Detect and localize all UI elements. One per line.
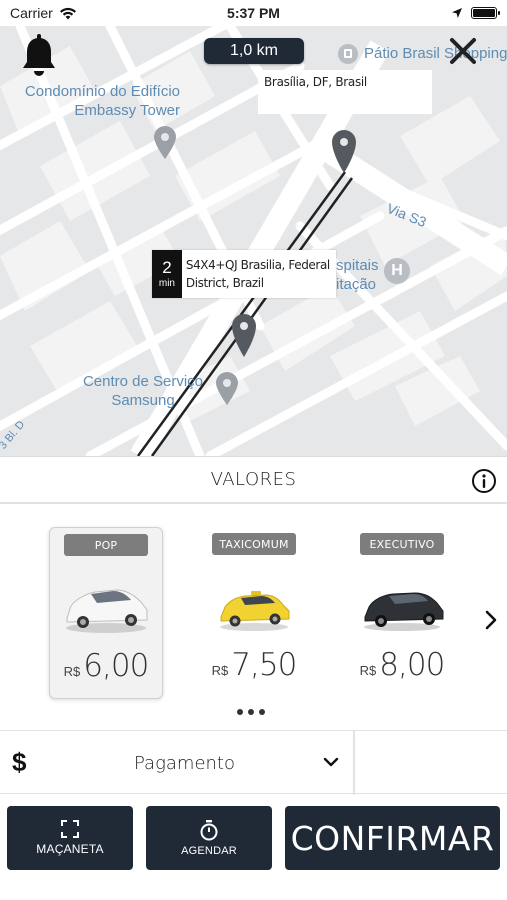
map-label-patio-brasil: Pátio Brasil Shopping bbox=[338, 44, 507, 65]
chevron-right-icon[interactable] bbox=[482, 609, 500, 631]
price-amount: 7,50 bbox=[231, 647, 297, 683]
price-amount: 6,00 bbox=[83, 648, 149, 684]
location-arrow-icon bbox=[452, 8, 462, 18]
page-dot bbox=[259, 709, 265, 715]
schedule-button[interactable]: AGENDAR bbox=[146, 806, 272, 870]
page-dot bbox=[237, 709, 243, 715]
poi-pin-icon bbox=[216, 372, 238, 405]
vehicle-badge: EXECUTIVO bbox=[360, 533, 444, 555]
stopwatch-icon bbox=[200, 820, 218, 841]
door-handle-label: MAÇANETA bbox=[36, 842, 104, 856]
map-label-hospital: spitais itação bbox=[336, 256, 388, 294]
eta-unit: min bbox=[158, 278, 175, 289]
confirm-label: CONFIRMAR bbox=[290, 818, 495, 858]
vehicle-price: R$ 7,50 bbox=[211, 647, 298, 683]
map-label-embassy-tower: Condomínio do Edifício Embassy Tower bbox=[24, 83, 180, 119]
carrier-label: Carrier bbox=[10, 5, 53, 21]
origin-address: S4X4+QJ Brasilia, Federal District, Braz… bbox=[185, 258, 330, 290]
vehicle-card-taxicomum[interactable]: TAXICOMUM R$ 7,50 bbox=[197, 527, 311, 699]
schedule-label: AGENDAR bbox=[181, 845, 237, 857]
patio-brasil-text: Pátio Brasil Shopping bbox=[364, 45, 507, 62]
door-handle-button[interactable]: MAÇANETA bbox=[7, 806, 133, 870]
shopping-bag-icon bbox=[338, 44, 358, 65]
confirm-button[interactable]: CONFIRMAR bbox=[285, 806, 500, 870]
vehicle-badge: POP bbox=[64, 534, 148, 556]
payment-row: $ Pagamento bbox=[0, 730, 507, 795]
carousel-page-dots bbox=[237, 709, 265, 715]
vehicle-badge: TAXICOMUM bbox=[212, 533, 296, 555]
origin-address-box[interactable]: 2 min S4X4+QJ Brasilia, Federal District… bbox=[152, 250, 336, 298]
payment-select[interactable]: Pagamento bbox=[0, 731, 353, 795]
black-car-icon bbox=[364, 592, 444, 631]
eta-badge: 2 min bbox=[152, 250, 182, 298]
map-label-samsung: Centro de Serviço Samsung bbox=[82, 373, 204, 409]
origin-pin-icon[interactable] bbox=[230, 312, 258, 358]
map-view[interactable]: Condomínio do Edifício Embassy Tower Pát… bbox=[0, 26, 507, 456]
wifi-icon bbox=[59, 7, 76, 19]
yellow-taxi-icon bbox=[220, 591, 290, 631]
price-currency: R$ bbox=[63, 664, 81, 679]
vehicle-price: R$ 8,00 bbox=[359, 647, 446, 683]
values-header: VALORES bbox=[0, 456, 507, 504]
eta-value: 2 bbox=[162, 258, 172, 277]
info-icon[interactable] bbox=[471, 468, 497, 494]
expand-icon bbox=[61, 820, 79, 838]
battery-icon bbox=[471, 7, 500, 19]
vehicle-card-pop[interactable]: POP R$ 6,00 bbox=[49, 527, 163, 699]
price-currency: R$ bbox=[211, 663, 229, 678]
destination-address-box[interactable]: Brasília, DF, Brasil bbox=[258, 70, 432, 114]
white-car-icon bbox=[66, 589, 148, 633]
payment-label: Pagamento bbox=[134, 753, 235, 774]
poi-pin-icon bbox=[154, 126, 176, 159]
vehicle-price: R$ 6,00 bbox=[63, 648, 150, 684]
distance-chip: 1,0 km bbox=[204, 38, 304, 64]
page-dot bbox=[248, 709, 254, 715]
hospital-text: spitais itação bbox=[336, 257, 379, 293]
status-left: Carrier bbox=[10, 5, 77, 21]
price-currency: R$ bbox=[359, 663, 377, 678]
vehicle-card-executivo[interactable]: EXECUTIVO R$ 8,00 bbox=[345, 527, 459, 699]
battery-fill bbox=[473, 9, 495, 17]
price-amount: 8,00 bbox=[379, 647, 445, 683]
values-title: VALORES bbox=[210, 469, 297, 490]
status-right bbox=[451, 7, 500, 19]
destination-pin-icon[interactable] bbox=[330, 128, 358, 174]
close-icon[interactable] bbox=[448, 36, 478, 66]
status-bar: Carrier 5:37 PM bbox=[0, 0, 507, 26]
payment-extra-field[interactable] bbox=[355, 731, 507, 795]
vehicle-carousel: POP R$ 6,00 TAXICOMUM R$ 7,50 EXECUTIVO … bbox=[0, 505, 507, 730]
chevron-down-icon bbox=[323, 757, 339, 767]
hospital-icon: H bbox=[384, 258, 410, 284]
bell-icon[interactable] bbox=[20, 34, 58, 78]
